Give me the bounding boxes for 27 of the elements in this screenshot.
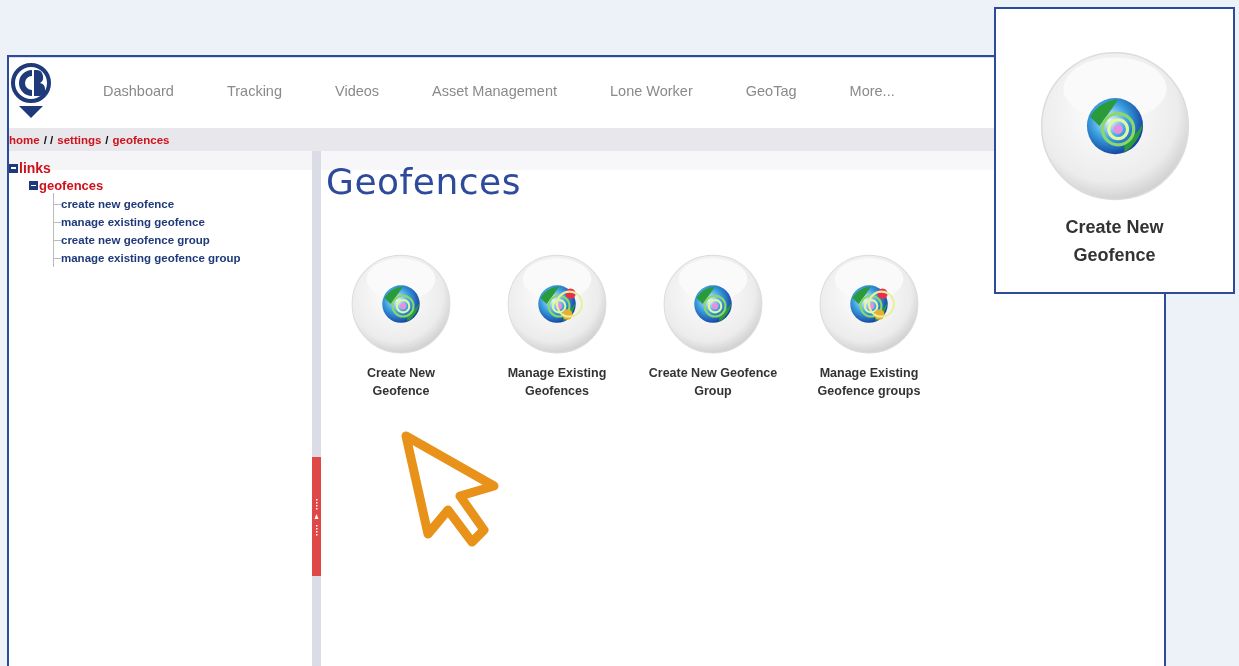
geofence-tile[interactable]: Manage Existing Geofence groups [791, 250, 947, 400]
collapse-icon[interactable] [29, 181, 38, 190]
tree-folder[interactable]: geofences [39, 178, 104, 193]
breadcrumb-separator: / / [43, 133, 54, 146]
tree-folder[interactable]: links [19, 160, 51, 176]
nav-link[interactable]: GeoTag [745, 83, 797, 99]
nav-link[interactable]: Tracking [226, 83, 282, 99]
geofence-tile[interactable]: Create New Geofence Group [635, 250, 791, 400]
breadcrumb-separator: / [105, 133, 109, 146]
collapse-icon[interactable] [9, 163, 18, 173]
breadcrumb-link[interactable]: settings [57, 133, 102, 146]
tree-link[interactable]: create new geofence group [61, 231, 210, 249]
tree-link[interactable]: manage existing geofence [61, 213, 205, 231]
page-title: Geofences [326, 161, 522, 202]
splitter-handle[interactable] [312, 457, 321, 576]
nav-link[interactable]: Videos [335, 83, 380, 99]
tile-label: Create New Geofence [1064, 216, 1165, 267]
nav-link[interactable]: More... [849, 83, 895, 99]
nav-link[interactable]: Lone Worker [610, 83, 693, 99]
breadcrumb-link[interactable]: geofences [112, 133, 170, 146]
nav-link[interactable]: Dashboard [103, 83, 174, 99]
nav-link[interactable]: Asset Management [432, 83, 557, 99]
tree-link[interactable]: create new geofence [61, 195, 175, 213]
tree-link[interactable]: manage existing geofence group [61, 249, 241, 267]
geofence-tile[interactable]: Manage Existing Geofences [479, 250, 635, 400]
breadcrumb-link[interactable]: home [9, 133, 40, 146]
geofence-tile[interactable]: Create New Geofence [323, 250, 479, 400]
